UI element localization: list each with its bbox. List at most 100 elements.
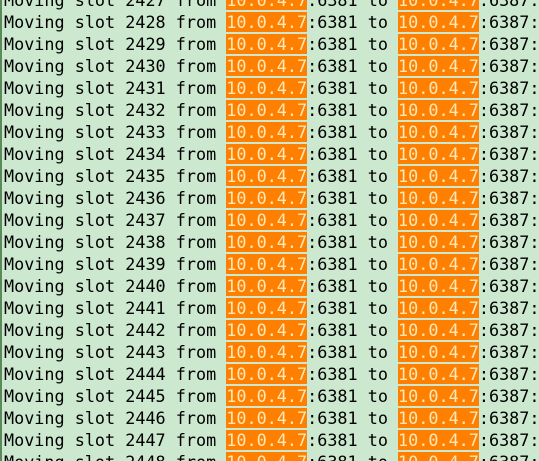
- source-port-text: :6381 to: [307, 276, 399, 296]
- terminal-window[interactable]: Moving slot 2427 from 10.0.4.7:6381 to 1…: [0, 0, 539, 461]
- terminal-line: Moving slot 2445 from 10.0.4.7:6381 to 1…: [4, 385, 539, 407]
- line-prefix: Moving slot 2446 from: [4, 408, 227, 428]
- line-prefix: Moving slot 2443 from: [4, 342, 227, 362]
- terminal-line: Moving slot 2441 from 10.0.4.7:6381 to 1…: [4, 297, 539, 319]
- line-prefix: Moving slot 2428 from: [4, 12, 227, 32]
- terminal-line: Moving slot 2428 from 10.0.4.7:6381 to 1…: [4, 11, 539, 33]
- destination-ip-highlight: 10.0.4.7: [398, 188, 479, 208]
- terminal-line: Moving slot 2440 from 10.0.4.7:6381 to 1…: [4, 275, 539, 297]
- line-prefix: Moving slot 2444 from: [4, 364, 227, 384]
- destination-port-text: :6387:: [478, 56, 539, 76]
- destination-port-text: :6387:: [478, 34, 539, 54]
- terminal-line: Moving slot 2437 from 10.0.4.7:6381 to 1…: [4, 209, 539, 231]
- source-ip-highlight: 10.0.4.7: [226, 56, 308, 76]
- destination-ip-highlight: 10.0.4.7: [398, 320, 479, 340]
- destination-port-text: :6387:: [478, 0, 539, 10]
- destination-ip-highlight: 10.0.4.7: [398, 144, 479, 164]
- line-prefix: Moving slot 2440 from: [4, 276, 227, 296]
- source-ip-highlight: 10.0.4.7: [226, 276, 308, 296]
- terminal-line: Moving slot 2438 from 10.0.4.7:6381 to 1…: [4, 231, 539, 253]
- destination-port-text: :6387:: [478, 78, 539, 98]
- source-ip-highlight: 10.0.4.7: [226, 232, 308, 252]
- source-port-text: :6381 to: [307, 232, 399, 252]
- destination-ip-highlight: 10.0.4.7: [398, 254, 479, 274]
- source-port-text: :6381 to: [307, 100, 399, 120]
- line-prefix: Moving slot 2438 from: [4, 232, 227, 252]
- source-ip-highlight: 10.0.4.7: [226, 12, 308, 32]
- destination-ip-highlight: 10.0.4.7: [398, 100, 479, 120]
- terminal-line: Moving slot 2434 from 10.0.4.7:6381 to 1…: [4, 143, 539, 165]
- source-ip-highlight: 10.0.4.7: [226, 210, 308, 230]
- line-prefix: Moving slot 2427 from: [4, 0, 227, 10]
- line-prefix: Moving slot 2437 from: [4, 210, 227, 230]
- terminal-line: Moving slot 2431 from 10.0.4.7:6381 to 1…: [4, 77, 539, 99]
- destination-ip-highlight: 10.0.4.7: [398, 430, 479, 450]
- destination-port-text: :6387:: [478, 386, 539, 406]
- destination-port-text: :6387:: [478, 320, 539, 340]
- terminal-line: Moving slot 2435 from 10.0.4.7:6381 to 1…: [4, 165, 539, 187]
- terminal-output: Moving slot 2427 from 10.0.4.7:6381 to 1…: [4, 0, 539, 461]
- destination-ip-highlight: 10.0.4.7: [398, 34, 479, 54]
- terminal-line: Moving slot 2442 from 10.0.4.7:6381 to 1…: [4, 319, 539, 341]
- destination-ip-highlight: 10.0.4.7: [398, 122, 479, 142]
- destination-port-text: :6387:: [478, 254, 539, 274]
- destination-port-text: :6387:: [478, 166, 539, 186]
- source-ip-highlight: 10.0.4.7: [226, 430, 308, 450]
- destination-ip-highlight: 10.0.4.7: [398, 342, 479, 362]
- source-port-text: :6381 to: [307, 188, 399, 208]
- source-port-text: :6381 to: [307, 0, 399, 10]
- source-port-text: :6381 to: [307, 430, 399, 450]
- line-prefix: Moving slot 2436 from: [4, 188, 227, 208]
- destination-ip-highlight: 10.0.4.7: [398, 56, 479, 76]
- destination-port-text: :6387:: [478, 100, 539, 120]
- source-ip-highlight: 10.0.4.7: [226, 364, 308, 384]
- destination-ip-highlight: 10.0.4.7: [398, 364, 479, 384]
- destination-port-text: :6387:: [478, 364, 539, 384]
- source-port-text: :6381 to: [307, 78, 399, 98]
- source-port-text: :6381 to: [307, 254, 399, 274]
- terminal-line: Moving slot 2427 from 10.0.4.7:6381 to 1…: [4, 0, 539, 11]
- source-port-text: :6381 to: [307, 122, 399, 142]
- source-ip-highlight: 10.0.4.7: [226, 386, 308, 406]
- source-ip-highlight: 10.0.4.7: [226, 0, 308, 10]
- source-ip-highlight: 10.0.4.7: [226, 452, 308, 461]
- terminal-line: Moving slot 2448 from 10.0.4.7:6381 to 1…: [4, 451, 539, 461]
- destination-ip-highlight: 10.0.4.7: [398, 166, 479, 186]
- source-port-text: :6381 to: [307, 34, 399, 54]
- source-port-text: :6381 to: [307, 386, 399, 406]
- source-port-text: :6381 to: [307, 452, 398, 461]
- destination-port-text: :6387:: [478, 188, 539, 208]
- destination-port-text: :6387:: [478, 12, 539, 32]
- line-prefix: Moving slot 2429 from: [4, 34, 227, 54]
- source-port-text: :6381 to: [307, 320, 399, 340]
- terminal-line: Moving slot 2447 from 10.0.4.7:6381 to 1…: [4, 429, 539, 451]
- line-prefix: Moving slot 2439 from: [4, 254, 227, 274]
- destination-port-text: :6387:: [478, 298, 539, 318]
- destination-port-text: :6387:: [478, 430, 539, 450]
- source-port-text: :6381 to: [307, 342, 399, 362]
- source-ip-highlight: 10.0.4.7: [226, 254, 308, 274]
- line-prefix: Moving slot 2442 from: [4, 320, 227, 340]
- line-prefix: Moving slot 2435 from: [4, 166, 227, 186]
- terminal-line: Moving slot 2436 from 10.0.4.7:6381 to 1…: [4, 187, 539, 209]
- destination-port-text: :6387:: [478, 342, 539, 362]
- destination-ip-highlight: 10.0.4.7: [398, 298, 479, 318]
- source-ip-highlight: 10.0.4.7: [226, 408, 308, 428]
- source-port-text: :6381 to: [307, 12, 399, 32]
- line-prefix: Moving slot 2430 from: [4, 56, 227, 76]
- line-prefix: Moving slot 2447 from: [4, 430, 227, 450]
- source-ip-highlight: 10.0.4.7: [226, 298, 308, 318]
- source-ip-highlight: 10.0.4.7: [226, 188, 308, 208]
- destination-ip-highlight: 10.0.4.7: [398, 12, 479, 32]
- destination-port-text: :6387:: [478, 408, 539, 428]
- terminal-line: Moving slot 2432 from 10.0.4.7:6381 to 1…: [4, 99, 539, 121]
- source-port-text: :6381 to: [307, 144, 399, 164]
- destination-ip-highlight: 10.0.4.7: [398, 276, 479, 296]
- source-ip-highlight: 10.0.4.7: [226, 34, 308, 54]
- destination-ip-highlight: 10.0.4.7: [398, 408, 479, 428]
- source-port-text: :6381 to: [307, 56, 399, 76]
- terminal-line: Moving slot 2433 from 10.0.4.7:6381 to 1…: [4, 121, 539, 143]
- source-ip-highlight: 10.0.4.7: [226, 144, 308, 164]
- source-ip-highlight: 10.0.4.7: [226, 78, 308, 98]
- destination-port-text: :6387:: [479, 452, 539, 461]
